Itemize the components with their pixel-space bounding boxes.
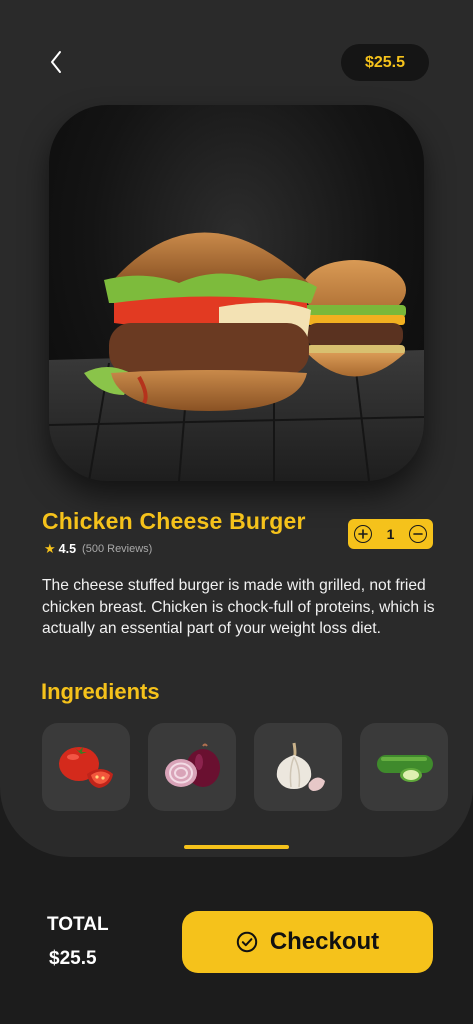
tomato-icon (59, 747, 113, 788)
burger-image (49, 105, 424, 481)
chevron-left-icon (51, 51, 61, 73)
total-label: TOTAL (47, 914, 109, 935)
check-circle-icon (236, 931, 258, 953)
product-description: The cheese stuffed burger is made with g… (42, 577, 435, 637)
product-title: Chicken Cheese Burger (42, 508, 306, 534)
checkout-button[interactable]: Checkout (182, 911, 433, 973)
ingredients-heading: Ingredients (41, 679, 160, 704)
plus-icon (358, 529, 368, 539)
checkout-label: Checkout (269, 928, 380, 955)
product-rating: ★ 4.5 (500 Reviews) (44, 541, 152, 557)
increase-button[interactable] (354, 525, 372, 543)
onion-icon (165, 743, 220, 787)
total-value: $25.5 (49, 948, 97, 969)
ingredient-onion[interactable] (148, 723, 236, 811)
back-button[interactable] (40, 46, 72, 78)
ingredient-zucchini[interactable] (360, 723, 448, 811)
quantity-stepper: 1 (348, 519, 433, 549)
quantity-value: 1 (386, 526, 395, 542)
ingredient-garlic[interactable] (254, 723, 342, 811)
minus-icon (413, 533, 423, 535)
star-icon: ★ (44, 541, 56, 556)
price-badge: $25.5 (341, 44, 429, 81)
rating-score: 4.5 (58, 542, 77, 556)
decrease-button[interactable] (408, 525, 427, 543)
zucchini-icon (377, 755, 433, 782)
page-indicator (184, 845, 289, 849)
ingredient-tomato[interactable] (42, 723, 130, 811)
garlic-icon (276, 742, 325, 791)
review-count: (500 Reviews) (82, 543, 153, 555)
